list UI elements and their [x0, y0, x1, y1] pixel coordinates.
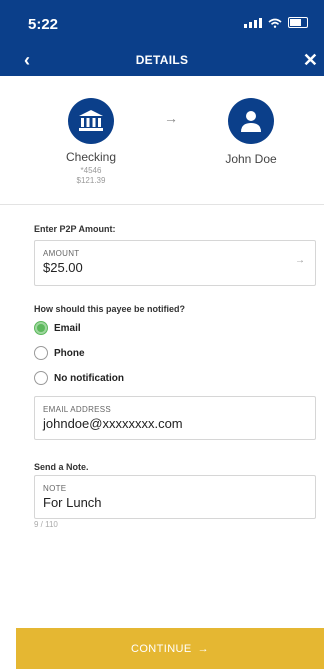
note-value[interactable]: For Lunch [43, 495, 102, 510]
radio-button[interactable] [34, 371, 48, 385]
from-account-balance: $121.39 [76, 176, 106, 185]
amount-value[interactable]: $25.00 [43, 260, 83, 275]
payee-name: John Doe [225, 152, 277, 166]
wifi-icon [268, 18, 282, 28]
note-caption: NOTE [43, 484, 67, 493]
bank-icon [68, 98, 114, 144]
arrow-right-icon: → [295, 255, 305, 266]
note-character-counter: 9 / 110 [34, 520, 58, 529]
close-button[interactable]: ✕ [303, 50, 318, 71]
from-account-name: Checking [65, 150, 117, 164]
email-caption: EMAIL ADDRESS [43, 405, 112, 414]
notify-label: How should this payee be notified? [34, 304, 186, 314]
page-title: DETAILS [135, 53, 189, 67]
arrow-right-icon: → [164, 110, 178, 126]
radio-phone[interactable]: Phone [34, 344, 85, 362]
nav-bar: ‹ DETAILS ✕ [0, 44, 324, 76]
amount-caption: AMOUNT [43, 249, 80, 258]
from-account-number: *4546 [80, 166, 102, 175]
email-value[interactable]: johndoe@xxxxxxxx.com [43, 416, 183, 431]
radio-email-label: Email [54, 322, 81, 334]
radio-email[interactable]: Email [34, 319, 81, 337]
battery-icon [288, 17, 308, 28]
note-field[interactable]: NOTE For Lunch [34, 475, 316, 519]
transfer-summary: → Checking *4546 $121.39 John Doe [0, 76, 324, 205]
radio-no-notification[interactable]: No notification [34, 369, 124, 387]
continue-button[interactable]: CONTINUE → [16, 628, 324, 669]
status-time: 5:22 [28, 16, 59, 33]
status-bar: 5:22 [0, 0, 324, 44]
signal-icon [244, 18, 262, 28]
radio-button[interactable] [34, 321, 48, 335]
status-icons [244, 17, 308, 28]
note-label: Send a Note. [34, 462, 89, 472]
email-field[interactable]: EMAIL ADDRESS johndoe@xxxxxxxx.com [34, 396, 316, 440]
radio-no-notification-label: No notification [54, 372, 124, 384]
amount-label: Enter P2P Amount: [34, 224, 116, 234]
continue-label: CONTINUE [130, 642, 192, 655]
amount-field[interactable]: AMOUNT $25.00 → [34, 240, 316, 286]
person-icon [228, 98, 274, 144]
radio-button[interactable] [34, 346, 48, 360]
arrow-right-icon: → [197, 642, 210, 655]
radio-phone-label: Phone [54, 347, 85, 359]
